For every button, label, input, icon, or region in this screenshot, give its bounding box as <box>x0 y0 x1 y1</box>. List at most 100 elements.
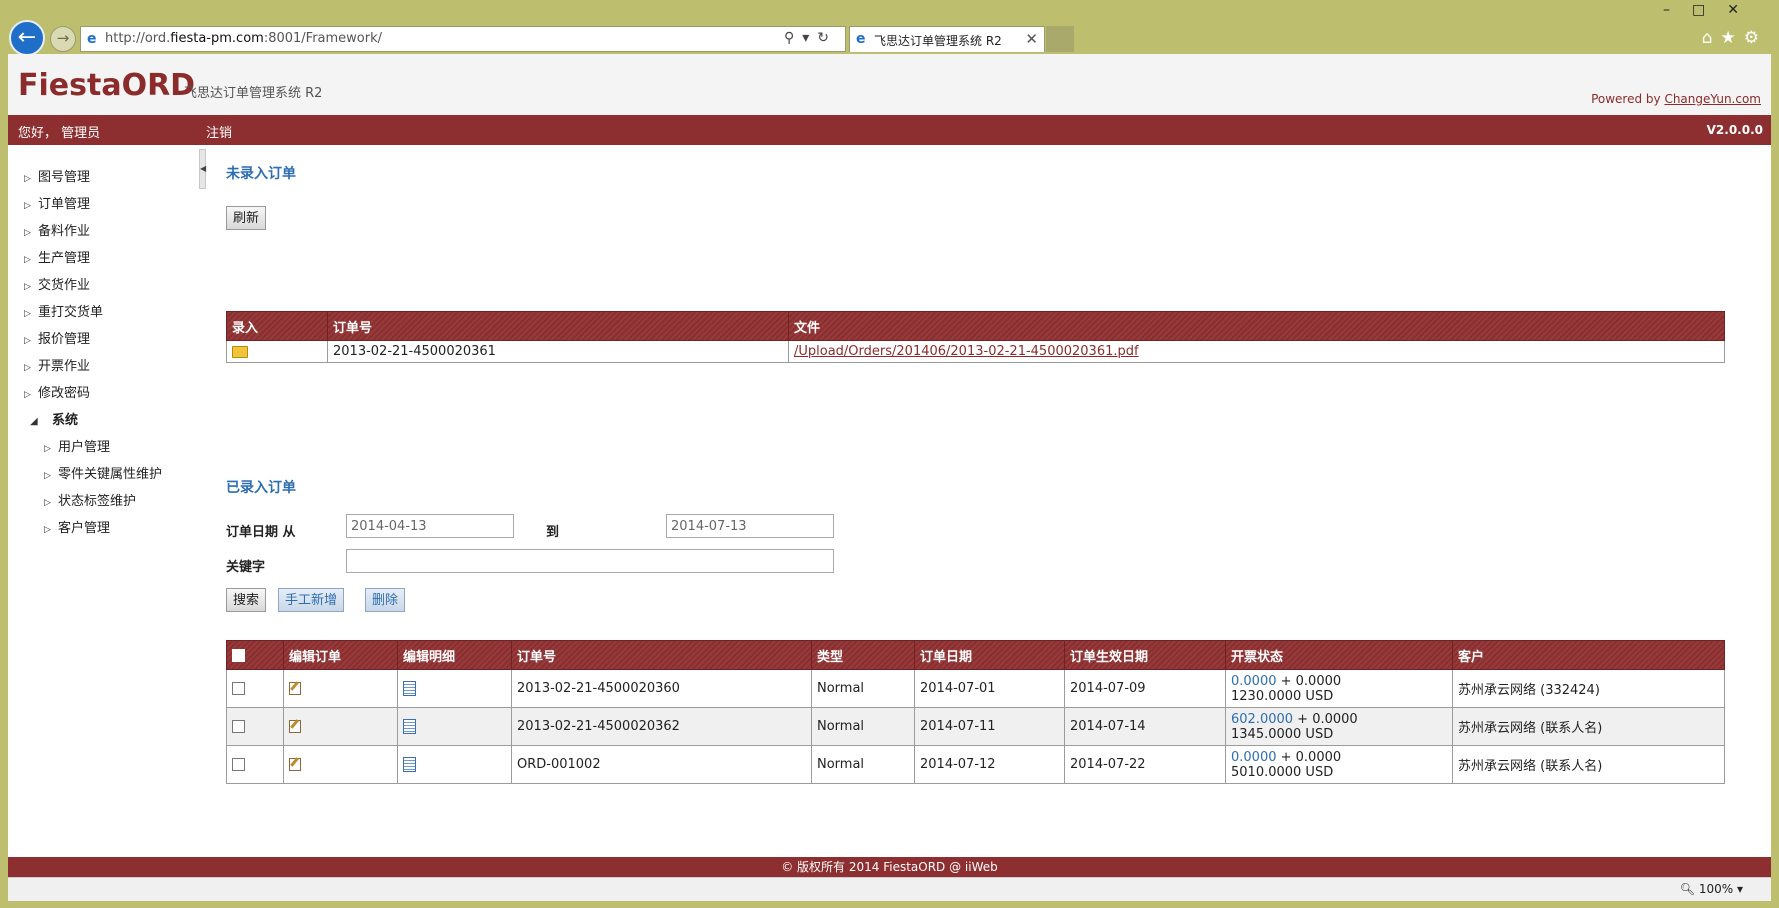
folder-icon[interactable] <box>232 345 248 358</box>
sidebar-item[interactable]: ▷ 报价管理 <box>24 328 90 347</box>
row-checkbox[interactable] <box>232 682 245 695</box>
powered-by-prefix: Powered by <box>1591 92 1665 106</box>
expand-triangle-icon: ▷ <box>24 309 31 319</box>
column-header: 订单号 <box>327 311 789 341</box>
sidebar-item[interactable]: ▷ 交货作业 <box>24 274 90 293</box>
column-header: 开票状态 <box>1225 640 1453 670</box>
sidebar-item-label: 报价管理 <box>38 332 91 347</box>
sidebar-item-label: 图号管理 <box>38 170 91 185</box>
document-icon[interactable] <box>403 719 416 734</box>
collapse-triangle-icon: ◢ <box>30 416 38 427</box>
invoice-status-cell: 0.0000 + 0.0000 1230.0000 USD <box>1225 669 1453 708</box>
edit-icon[interactable] <box>289 720 301 733</box>
edit-detail-cell <box>397 707 512 746</box>
table-row: 2013-02-21-4500020360 Normal 2014-07-01 … <box>226 669 1725 708</box>
favorites-star-icon[interactable]: ★ <box>1721 28 1744 48</box>
expand-triangle-icon: ▷ <box>24 282 31 292</box>
address-bar[interactable]: e http://ord.fiesta-pm.com:8001/Framewor… <box>80 26 846 52</box>
sidebar-item[interactable]: ▷ 生产管理 <box>24 247 90 266</box>
row-checkbox[interactable] <box>232 758 245 771</box>
refresh-icon[interactable]: ↻ <box>817 30 837 46</box>
dropdown-icon[interactable]: ▾ <box>802 30 817 46</box>
sidebar-subitem[interactable]: ▷ 零件关键属性维护 <box>44 463 162 482</box>
edit-icon[interactable] <box>289 682 301 695</box>
order-date-cell: 2014-07-11 <box>914 707 1065 746</box>
browser-tab[interactable]: e 飞思达订单管理系统 R2 ✕ <box>849 26 1045 52</box>
home-icon[interactable]: ⌂ <box>1702 28 1721 48</box>
sidebar-subitem[interactable]: ▷ 状态标签维护 <box>44 490 136 509</box>
app-logo: FiestaORD <box>18 68 196 103</box>
edit-icon[interactable] <box>289 758 301 771</box>
table-row: ORD-001002 Normal 2014-07-12 2014-07-22 … <box>226 745 1725 784</box>
sidebar-subitem[interactable]: ▷ 客户管理 <box>44 517 110 536</box>
date-to-label: 到 <box>546 525 560 540</box>
search-icon[interactable]: ⚲ <box>784 30 802 46</box>
back-button[interactable]: ← <box>9 20 45 56</box>
effective-date-cell: 2014-07-22 <box>1064 745 1226 784</box>
url-suffix: :8001/Framework/ <box>263 31 382 46</box>
sidebar-splitter[interactable]: ◀ <box>199 149 206 189</box>
sidebar-item[interactable]: ▷ 图号管理 <box>24 166 90 185</box>
sidebar-item[interactable]: ▷ 订单管理 <box>24 193 90 212</box>
file-cell: /Upload/Orders/201406/2013-02-21-4500020… <box>788 340 1725 363</box>
browser-tools: ⌂★⚙ <box>1702 28 1767 48</box>
ie-page-icon: e <box>87 31 97 47</box>
top-bar: 您好， 管理员 注销 V2.0.0.0 <box>8 115 1771 145</box>
logout-link[interactable]: 注销 <box>206 122 232 141</box>
column-header: 订单生效日期 <box>1064 640 1226 670</box>
order-no-cell: 2013-02-21-4500020362 <box>511 707 812 746</box>
forward-button[interactable]: → <box>50 26 76 52</box>
expand-triangle-icon: ▷ <box>24 336 31 346</box>
select-all-checkbox[interactable] <box>232 648 245 662</box>
expand-triangle-icon: ▷ <box>24 390 31 400</box>
zoom-control[interactable]: 🔍︎ 100% ▾ <box>1680 882 1743 896</box>
row-checkbox[interactable] <box>232 720 245 733</box>
sidebar-item[interactable]: ▷ 修改密码 <box>24 382 90 401</box>
unentered-orders-table: 录入 订单号 文件 2013-02-21-4500020361 /Upload/… <box>226 311 1725 363</box>
sidebar: ▷ 图号管理 ▷ 订单管理 ▷ 备料作业 ▷ 生产管理 ▷ 交货作业 ▷ 重打交货单 ▷ 报价… <box>8 145 198 845</box>
column-header: 文件 <box>788 311 1725 341</box>
refresh-button[interactable]: 刷新 <box>226 206 267 230</box>
enter-cell <box>226 340 328 363</box>
sidebar-item[interactable]: ▷ 重打交货单 <box>24 301 103 320</box>
sidebar-item-label: 修改密码 <box>38 386 91 401</box>
select-cell <box>226 669 284 708</box>
sidebar-item-system[interactable]: ◢ 系统 <box>30 409 78 428</box>
search-button[interactable]: 搜索 <box>226 588 267 612</box>
keyword-input[interactable] <box>346 549 834 573</box>
file-link[interactable]: /Upload/Orders/201406/2013-02-21-4500020… <box>794 344 1139 359</box>
powered-by-link[interactable]: ChangeYun.com <box>1664 92 1761 106</box>
new-tab-button[interactable] <box>1046 26 1074 52</box>
type-cell: Normal <box>811 745 915 784</box>
collapse-arrow-icon: ◀ <box>200 164 207 173</box>
document-icon[interactable] <box>403 681 416 696</box>
edit-order-cell <box>283 669 398 708</box>
add-manual-button[interactable]: 手工新增 <box>278 588 345 612</box>
minimize-icon[interactable]: – <box>1663 2 1692 18</box>
date-to-input[interactable] <box>666 514 834 538</box>
sidebar-item[interactable]: ▷ 备料作业 <box>24 220 90 239</box>
document-icon[interactable] <box>403 757 416 772</box>
gear-icon[interactable]: ⚙ <box>1744 28 1767 48</box>
expand-triangle-icon: ▷ <box>24 228 31 238</box>
date-from-input[interactable] <box>346 514 514 538</box>
invoiced-amount: 0.0000 <box>1231 673 1277 689</box>
invoiced-amount: 602.0000 <box>1231 711 1294 727</box>
close-window-icon[interactable]: ✕ <box>1727 2 1761 18</box>
sidebar-subitem[interactable]: ▷ 用户管理 <box>44 436 110 455</box>
delete-button[interactable]: 删除 <box>365 588 406 612</box>
address-url[interactable]: http://ord.fiesta-pm.com:8001/Framework/ <box>105 31 382 46</box>
pending-amount: + 0.0000 <box>1276 673 1342 689</box>
invoice-status-cell: 602.0000 + 0.0000 1345.0000 USD <box>1225 707 1453 746</box>
tab-close-icon[interactable]: ✕ <box>1025 30 1038 48</box>
sidebar-item[interactable]: ▷ 开票作业 <box>24 355 90 374</box>
zoom-level: 100% <box>1698 882 1734 896</box>
web-page: FiestaORD 飞思达订单管理系统 R2 Powered by Change… <box>8 54 1771 877</box>
customer-cell: 苏州承云网络 (联系人名) <box>1452 707 1725 746</box>
tab-title: 飞思达订单管理系统 R2 <box>874 34 1002 48</box>
maximize-icon[interactable]: □ <box>1692 2 1727 18</box>
order-no-cell: 2013-02-21-4500020360 <box>511 669 812 708</box>
powered-by: Powered by ChangeYun.com <box>1591 92 1761 106</box>
url-prefix: http://ord. <box>105 31 171 46</box>
order-date-cell: 2014-07-01 <box>914 669 1065 708</box>
